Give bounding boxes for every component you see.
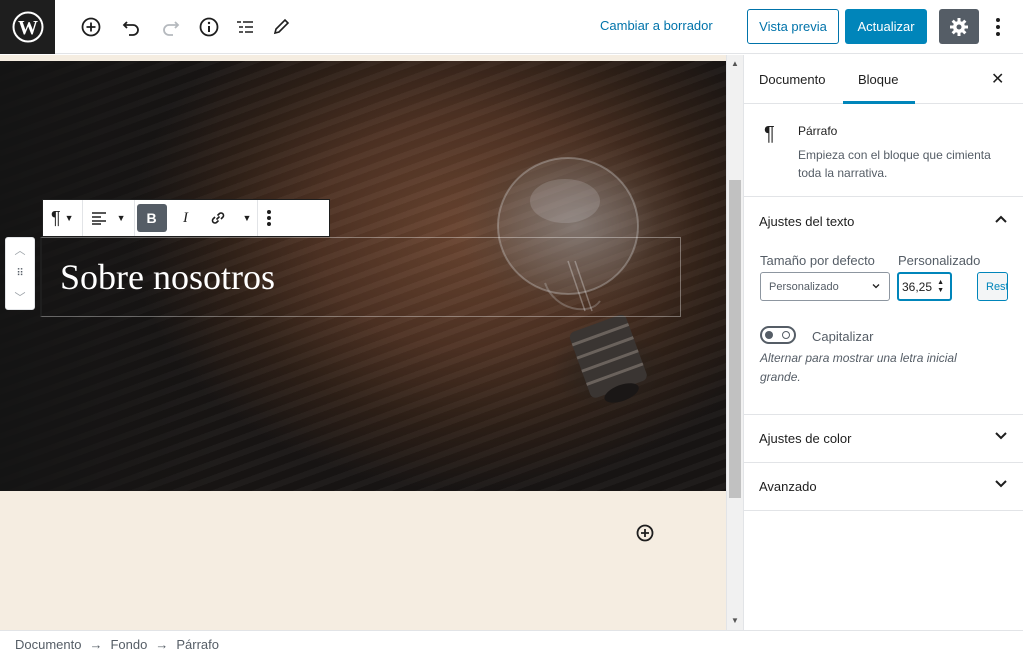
settings-button[interactable] (939, 9, 979, 44)
advanced-heading: Avanzado (759, 479, 817, 494)
drop-cap-label: Capitalizar (812, 329, 874, 344)
more-rich-text-button[interactable]: ▼ (235, 204, 256, 232)
breadcrumb-item-paragraph[interactable]: Párrafo (176, 637, 219, 652)
caret-down-icon: ▼ (116, 213, 126, 223)
drop-cap-toggle[interactable] (760, 326, 796, 344)
block-toolbar: ¶ ▼ ▼ B I ▼ (42, 199, 330, 237)
redo-icon[interactable] (156, 12, 186, 42)
tab-block[interactable]: Bloque (858, 72, 898, 87)
block-type-button[interactable]: ¶ ▼ (47, 204, 78, 232)
more-options-button[interactable] (988, 12, 1008, 42)
chevron-up-icon[interactable] (994, 212, 1008, 231)
font-size-select-value: Personalizado (769, 280, 839, 293)
block-mover: ︿ ⠿ ﹀ (5, 237, 35, 310)
wordpress-icon: W (12, 11, 43, 43)
svg-text:W: W (18, 17, 38, 39)
paragraph-text[interactable]: Sobre nosotros (60, 256, 275, 298)
breadcrumb-separator: → (155, 636, 169, 652)
block-card-description: Empieza con el bloque que cimienta toda … (798, 148, 991, 180)
bold-button[interactable]: B (136, 204, 167, 232)
paragraph-block[interactable]: Sobre nosotros (40, 237, 681, 317)
sidebar-tabs: Documento Bloque ✕ (744, 55, 1023, 104)
more-vertical-icon (996, 18, 1000, 36)
undo-icon[interactable] (116, 12, 146, 42)
breadcrumb: Documento → Fondo → Párrafo (0, 630, 1023, 657)
scroll-up-arrow-icon[interactable]: ▲ (731, 59, 739, 68)
advanced-panel[interactable]: Avanzado (744, 463, 1023, 511)
color-settings-panel[interactable]: Ajustes de color (744, 415, 1023, 463)
switch-to-draft-link[interactable]: Cambiar a borrador (600, 18, 713, 33)
wordpress-logo-button[interactable]: W (0, 0, 55, 54)
drop-cap-help: Alternar para mostrar una letra inicial … (760, 351, 957, 384)
color-settings-heading: Ajustes de color (759, 431, 852, 446)
update-button[interactable]: Actualizar (845, 9, 927, 44)
default-size-label: Tamaño por defecto (760, 253, 875, 268)
custom-size-label: Personalizado (898, 253, 981, 268)
more-vertical-icon (267, 210, 272, 226)
block-navigation-icon[interactable] (230, 12, 260, 42)
text-settings-heading[interactable]: Ajustes del texto (759, 214, 854, 229)
tab-document[interactable]: Documento (759, 72, 825, 87)
breadcrumb-item-document[interactable]: Documento (15, 637, 81, 652)
align-button[interactable]: ▼ (87, 204, 130, 232)
edit-tools-icon[interactable] (266, 12, 296, 42)
info-icon[interactable] (194, 12, 224, 42)
move-up-icon[interactable]: ︿ (15, 242, 26, 258)
text-settings-panel: Ajustes del texto Tamaño por defecto Per… (744, 198, 1023, 415)
scroll-down-arrow-icon[interactable]: ▼ (731, 616, 739, 625)
drag-handle-icon[interactable]: ⠿ (16, 268, 23, 279)
block-options-button[interactable] (262, 204, 276, 232)
breadcrumb-item-cover[interactable]: Fondo (110, 637, 147, 652)
canvas-scrollbar[interactable]: ▲ ▼ (726, 55, 743, 630)
link-icon (211, 212, 224, 224)
editor-header: W Cambiar a borrador Vista previa Actual… (0, 0, 1023, 54)
block-card-title: Párrafo (798, 124, 838, 138)
block-card: ¶ Párrafo Empieza con el bloque que cimi… (744, 105, 1023, 197)
breadcrumb-separator: → (89, 636, 103, 652)
chevron-down-icon (871, 281, 881, 294)
italic-button[interactable]: I (171, 204, 201, 232)
link-button[interactable] (205, 204, 231, 232)
add-block-icon (636, 524, 654, 542)
custom-font-size-value: 36,25 (902, 279, 933, 294)
move-down-icon[interactable]: ﹀ (15, 289, 26, 305)
settings-sidebar: Documento Bloque ✕ ¶ Párrafo Empieza con… (743, 55, 1023, 630)
gear-icon (950, 17, 968, 36)
align-left-icon (91, 212, 106, 225)
custom-font-size-input[interactable]: 36,25 ▲ ▼ (897, 272, 952, 301)
inline-add-block-button[interactable] (636, 524, 654, 542)
caret-down-icon: ▼ (64, 213, 74, 223)
active-tab-indicator (843, 101, 915, 104)
font-size-select[interactable]: Personalizado (760, 272, 890, 301)
number-spinner-icon[interactable]: ▲ ▼ (937, 279, 944, 295)
close-sidebar-icon[interactable]: ✕ (991, 69, 1004, 89)
add-block-icon[interactable] (76, 12, 106, 42)
paragraph-icon: ¶ (764, 123, 775, 145)
chevron-down-icon (994, 429, 1008, 448)
editor-canvas: ¶ ▼ ▼ B I ▼ ︿ ⠿ ﹀ Sobre nosotros (0, 55, 726, 630)
paragraph-icon: ¶ (51, 207, 61, 228)
caret-down-icon: ▼ (242, 213, 252, 223)
preview-button[interactable]: Vista previa (747, 9, 839, 44)
chevron-down-icon (994, 477, 1008, 496)
scroll-thumb[interactable] (729, 180, 741, 498)
reset-font-size-button[interactable]: Restablecer (977, 272, 1008, 301)
